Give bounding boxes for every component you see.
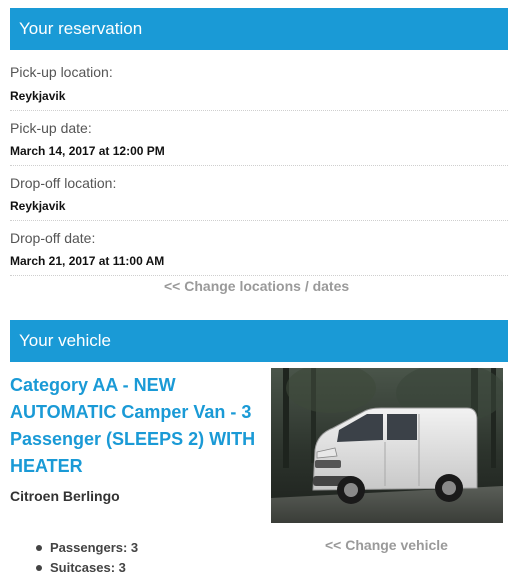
spec-suitcases: Suitcases: 3 <box>50 560 126 575</box>
bullet-icon <box>36 565 42 571</box>
vehicle-specs-list: Passengers: 3 Suitcases: 3 <box>36 538 138 578</box>
change-vehicle-link[interactable]: << Change vehicle <box>325 537 448 553</box>
dropoff-date-label: Drop-off date: <box>10 230 96 246</box>
dropoff-location-value: Reykjavik <box>10 199 66 213</box>
pickup-date-value: March 14, 2017 at 12:00 PM <box>10 144 165 158</box>
pickup-location-label: Pick-up location: <box>10 64 113 80</box>
pickup-location-value: Reykjavik <box>10 89 66 103</box>
dropoff-location-row: Drop-off location: Reykjavik <box>10 167 508 221</box>
bullet-icon <box>36 545 42 551</box>
pickup-date-row: Pick-up date: March 14, 2017 at 12:00 PM <box>10 112 508 166</box>
vehicle-photo <box>271 368 503 523</box>
pickup-location-row: Pick-up location: Reykjavik <box>10 58 508 111</box>
dropoff-location-label: Drop-off location: <box>10 175 117 191</box>
pickup-date-label: Pick-up date: <box>10 120 92 136</box>
vehicle-model: Citroen Berlingo <box>10 488 120 504</box>
change-locations-dates-link[interactable]: << Change locations / dates <box>164 278 349 294</box>
vehicle-header: Your vehicle <box>10 320 508 362</box>
dropoff-date-value: March 21, 2017 at 11:00 AM <box>10 254 165 268</box>
list-item: Passengers: 3 <box>36 538 138 558</box>
reservation-header: Your reservation <box>10 8 508 50</box>
spec-passengers: Passengers: 3 <box>50 540 139 555</box>
dropoff-date-row: Drop-off date: March 21, 2017 at 11:00 A… <box>10 222 508 276</box>
vehicle-category-title[interactable]: Category AA - NEW AUTOMATIC Camper Van -… <box>10 372 260 480</box>
list-item: Suitcases: 3 <box>36 558 138 578</box>
